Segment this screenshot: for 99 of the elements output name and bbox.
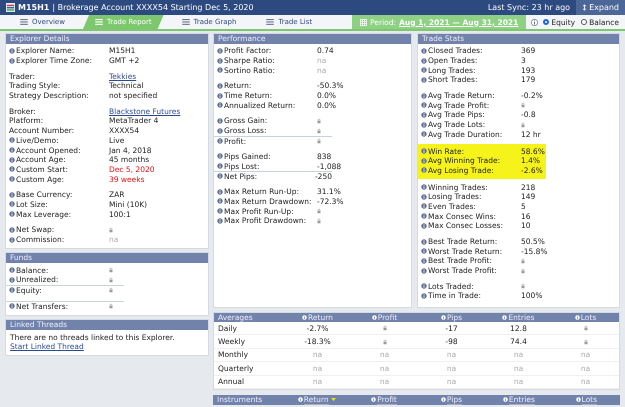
padlock-icon (109, 267, 113, 274)
padlock-icon (382, 338, 386, 345)
info-icon[interactable] (371, 397, 376, 402)
info-icon[interactable] (217, 138, 223, 144)
info-icon[interactable] (421, 102, 427, 108)
info-icon[interactable] (9, 267, 15, 274)
info-icon[interactable] (421, 122, 427, 128)
info-icon[interactable] (217, 82, 223, 89)
info-icon[interactable] (9, 147, 15, 154)
last-sync-text: Last Sync: 23 hr ago (488, 3, 570, 12)
info-icon[interactable] (421, 203, 427, 210)
info-icon[interactable] (9, 156, 15, 163)
info-icon[interactable] (217, 153, 223, 160)
info-icon[interactable] (9, 201, 15, 208)
padlock-icon (521, 283, 525, 290)
info-icon[interactable] (9, 58, 15, 64)
info-icon[interactable] (421, 283, 427, 290)
list-icon (266, 19, 274, 25)
info-icon[interactable] (576, 397, 581, 402)
padlock-icon (521, 102, 525, 108)
info-icon[interactable] (217, 198, 223, 204)
info-icon[interactable] (9, 137, 15, 144)
padlock-icon (317, 208, 321, 214)
info-icon[interactable] (574, 315, 580, 320)
info-icon[interactable] (217, 173, 223, 180)
padlock-icon (521, 122, 525, 128)
info-icon[interactable] (421, 268, 427, 274)
info-icon[interactable] (298, 397, 303, 402)
info-icon[interactable] (502, 397, 508, 402)
padlock-icon (584, 338, 588, 345)
info-icon[interactable] (421, 292, 427, 299)
padlock-icon (109, 303, 113, 310)
padlock-icon (382, 325, 386, 332)
info-icon[interactable] (421, 92, 427, 99)
info-icon[interactable] (9, 226, 15, 233)
list-icon (20, 19, 28, 25)
calendar-icon (360, 18, 368, 26)
info-icon[interactable] (217, 58, 223, 64)
info-icon[interactable] (421, 238, 427, 245)
info-icon[interactable] (421, 148, 427, 154)
list-icon (182, 19, 190, 25)
info-icon[interactable] (421, 76, 427, 83)
info-icon[interactable] (421, 184, 427, 190)
info-icon[interactable] (421, 213, 427, 220)
radio-button[interactable] (543, 19, 550, 25)
account-name: M15H1 (18, 3, 50, 12)
info-icon[interactable] (440, 315, 446, 320)
info-icon[interactable] (421, 48, 427, 54)
info-icon[interactable] (421, 67, 427, 74)
padlock-icon (109, 287, 113, 294)
info-icon[interactable] (9, 176, 15, 182)
padlock-icon (521, 258, 525, 264)
info-icon[interactable] (217, 118, 223, 124)
info-icon[interactable] (217, 67, 223, 74)
info-icon[interactable] (421, 194, 427, 200)
info-icon[interactable] (421, 112, 427, 118)
info-icon[interactable] (421, 258, 427, 264)
info-icon[interactable] (421, 158, 427, 164)
info-icon[interactable] (217, 102, 223, 108)
info-icon[interactable] (421, 222, 427, 229)
padlock-icon (584, 325, 588, 332)
expand-button[interactable]: Expand (576, 0, 625, 15)
info-icon[interactable] (372, 315, 377, 320)
info-icon[interactable] (302, 315, 308, 320)
padlock-icon (317, 118, 321, 124)
info-icon[interactable] (9, 303, 15, 310)
info-icon[interactable] (421, 167, 427, 174)
padlock-icon (521, 268, 525, 274)
padlock-icon (109, 276, 113, 283)
padlock-icon (317, 138, 321, 144)
sort-caret-icon (330, 398, 336, 402)
chart-logo-icon (6, 3, 15, 12)
info-icon[interactable] (9, 236, 15, 243)
info-icon[interactable] (217, 48, 223, 54)
expand-arrows-icon (582, 4, 588, 11)
info-icon[interactable] (502, 315, 508, 320)
info-icon[interactable] (9, 211, 15, 218)
info-icon[interactable] (217, 163, 223, 170)
info-icon[interactable] (9, 48, 15, 54)
info-icon[interactable] (9, 287, 15, 294)
info-icon[interactable] (9, 166, 15, 172)
info-icon[interactable] (9, 276, 15, 283)
list-icon (94, 19, 103, 25)
padlock-icon (317, 218, 321, 224)
info-icon[interactable] (217, 208, 223, 214)
info-icon[interactable] (9, 192, 15, 198)
info-icon[interactable] (421, 58, 427, 64)
info-icon (531, 18, 538, 26)
info-icon[interactable] (421, 248, 427, 254)
info-icon[interactable] (217, 92, 223, 99)
info-icon[interactable] (217, 128, 223, 134)
info-icon[interactable] (217, 218, 223, 224)
padlock-icon (109, 226, 113, 233)
info-icon[interactable] (440, 397, 446, 402)
info-icon[interactable] (217, 188, 223, 195)
padlock-icon (317, 128, 321, 134)
radio-button[interactable] (581, 19, 588, 25)
info-icon[interactable] (421, 131, 427, 138)
account-subtitle: | Brokerage Account XXXX54 Starting Dec 5, 2020 (52, 3, 254, 12)
